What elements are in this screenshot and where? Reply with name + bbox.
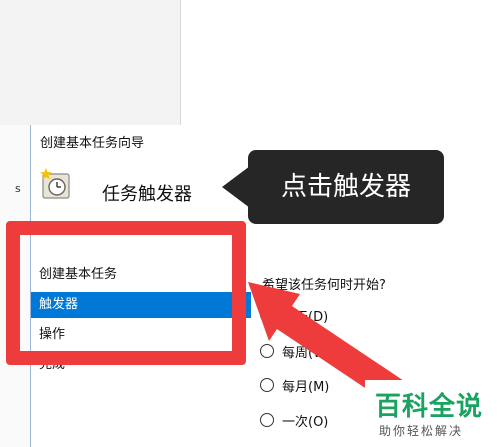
page-heading: 任务触发器 <box>102 184 192 205</box>
watermark: 百科全说 助你轻松解决 <box>365 380 500 447</box>
task-clock-icon <box>40 168 70 199</box>
wizard-title: 创建基本任务向导 <box>40 136 145 151</box>
watermark-subtitle: 助你轻松解决 <box>379 424 464 438</box>
callout-text: 点击触发器 <box>280 172 411 202</box>
radio-daily[interactable]: 每天(D) <box>260 305 328 325</box>
left-strip-glyph: s <box>15 182 21 195</box>
radio-circle[interactable] <box>260 308 274 322</box>
radio-label: 每天(D) <box>282 309 329 325</box>
radio-label: 每月(M) <box>282 379 330 395</box>
radio-label: 每周(W) <box>282 345 331 361</box>
radio-monthly[interactable]: 每月(M) <box>260 375 329 395</box>
radio-label: 一次(O) <box>282 414 329 430</box>
radio-circle[interactable] <box>260 378 274 392</box>
background-panel <box>0 0 180 125</box>
radio-once[interactable]: 一次(O) <box>260 410 328 430</box>
start-question: 希望该任务何时开始? <box>262 278 386 293</box>
radio-circle[interactable] <box>260 413 274 427</box>
background-top <box>0 0 500 125</box>
watermark-title: 百科全说 <box>375 392 484 422</box>
radio-circle[interactable] <box>260 344 274 358</box>
callout-pointer <box>222 166 250 208</box>
panel-divider <box>180 0 181 125</box>
callout-bubble: 点击触发器 <box>222 150 444 224</box>
highlight-frame <box>6 221 246 365</box>
radio-weekly[interactable]: 每周(W) <box>260 341 331 361</box>
